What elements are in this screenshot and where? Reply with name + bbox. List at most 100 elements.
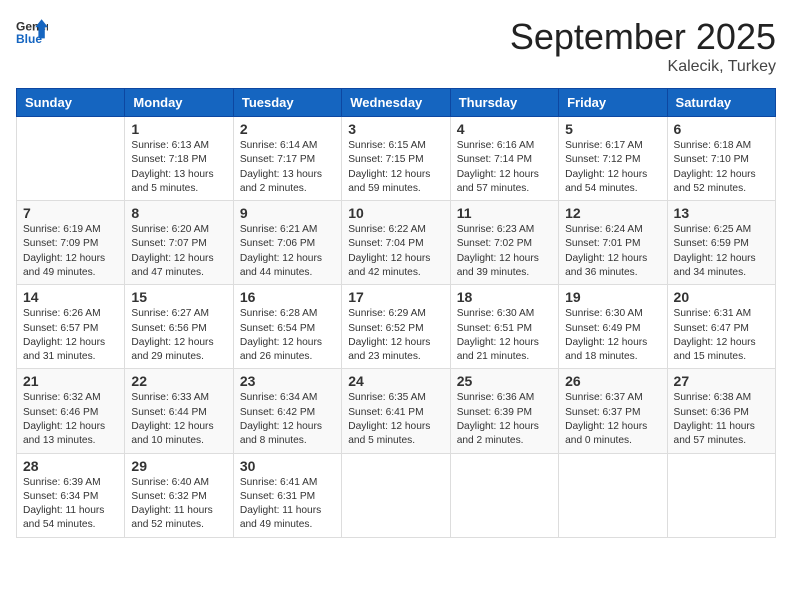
svg-text:Blue: Blue	[16, 32, 42, 46]
calendar-cell: 21Sunrise: 6:32 AMSunset: 6:46 PMDayligh…	[17, 369, 125, 453]
calendar-cell: 18Sunrise: 6:30 AMSunset: 6:51 PMDayligh…	[450, 285, 558, 369]
day-number: 19	[565, 289, 660, 305]
calendar: SundayMondayTuesdayWednesdayThursdayFrid…	[16, 88, 776, 538]
calendar-cell: 17 Sunrise: 6:29 AMSunset: 6:52 PMDayligh…	[342, 285, 450, 369]
calendar-week-row: 28Sunrise: 6:39 AMSunset: 6:34 PMDayligh…	[17, 453, 776, 537]
title-area: September 2025 Kalecik, Turkey	[510, 16, 776, 76]
calendar-cell: 22Sunrise: 6:33 AMSunset: 6:44 PMDayligh…	[125, 369, 233, 453]
weekday-header-monday: Monday	[125, 89, 233, 117]
calendar-cell: 24 Sunrise: 6:35 AMSunset: 6:41 PMDayligh…	[342, 369, 450, 453]
day-info: Sunrise: 6:18 AMSunset: 7:10 PMDaylight:…	[674, 139, 769, 196]
day-number: 1	[131, 121, 226, 137]
day-number: 13	[674, 205, 769, 221]
day-number: 29	[131, 458, 226, 474]
day-info: Sunrise: 6:40 AMSunset: 6:32 PMDaylight:…	[131, 476, 226, 533]
calendar-cell: 5 Sunrise: 6:17 AMSunset: 7:12 PMDaylight…	[559, 117, 667, 201]
calendar-cell: 7Sunrise: 6:19 AMSunset: 7:09 PMDaylight…	[17, 201, 125, 285]
day-info: Sunrise: 6:34 AMSunset: 6:42 PMDaylight:…	[240, 391, 335, 448]
calendar-cell: 13 Sunrise: 6:25 AMSunset: 6:59 PMDayligh…	[667, 201, 775, 285]
calendar-cell: 11 Sunrise: 6:23 AMSunset: 7:02 PMDayligh…	[450, 201, 558, 285]
calendar-cell: 20 Sunrise: 6:31 AMSunset: 6:47 PMDayligh…	[667, 285, 775, 369]
day-number: 6	[674, 121, 769, 137]
calendar-week-row: 14 Sunrise: 6:26 AMSunset: 6:57 PMDayligh…	[17, 285, 776, 369]
day-info: Sunrise: 6:16 AMSunset: 7:14 PMDaylight:…	[457, 139, 552, 196]
day-number: 15	[131, 289, 226, 305]
calendar-cell: 19 Sunrise: 6:30 AMSunset: 6:49 PMDayligh…	[559, 285, 667, 369]
day-number: 14	[23, 289, 118, 305]
calendar-cell: 28Sunrise: 6:39 AMSunset: 6:34 PMDayligh…	[17, 453, 125, 537]
day-info: Sunrise: 6:13 AMSunset: 7:18 PMDaylight:…	[131, 139, 226, 196]
day-info: Sunrise: 6:22 AMSunset: 7:04 PMDaylight:…	[348, 223, 443, 280]
calendar-cell: 1 Sunrise: 6:13 AMSunset: 7:18 PMDaylight…	[125, 117, 233, 201]
day-number: 23	[240, 373, 335, 389]
day-info: Sunrise: 6:14 AMSunset: 7:17 PMDaylight:…	[240, 139, 335, 196]
day-info: Sunrise: 6:36 AMSunset: 6:39 PMDaylight:…	[457, 391, 552, 448]
day-info: Sunrise: 6:29 AMSunset: 6:52 PMDaylight:…	[348, 307, 443, 364]
calendar-cell: 14 Sunrise: 6:26 AMSunset: 6:57 PMDayligh…	[17, 285, 125, 369]
day-info: Sunrise: 6:23 AMSunset: 7:02 PMDaylight:…	[457, 223, 552, 280]
day-number: 10	[348, 205, 443, 221]
day-number: 30	[240, 458, 335, 474]
calendar-cell: 4 Sunrise: 6:16 AMSunset: 7:14 PMDaylight…	[450, 117, 558, 201]
calendar-week-row: 21Sunrise: 6:32 AMSunset: 6:46 PMDayligh…	[17, 369, 776, 453]
weekday-header-wednesday: Wednesday	[342, 89, 450, 117]
weekday-header-saturday: Saturday	[667, 89, 775, 117]
day-info: Sunrise: 6:41 AMSunset: 6:31 PMDaylight:…	[240, 476, 335, 533]
day-info: Sunrise: 6:31 AMSunset: 6:47 PMDaylight:…	[674, 307, 769, 364]
calendar-cell: 8Sunrise: 6:20 AMSunset: 7:07 PMDaylight…	[125, 201, 233, 285]
day-info: Sunrise: 6:15 AMSunset: 7:15 PMDaylight:…	[348, 139, 443, 196]
logo: General Blue	[16, 16, 48, 48]
calendar-cell	[17, 117, 125, 201]
month-title: September 2025	[510, 16, 776, 58]
calendar-cell	[450, 453, 558, 537]
day-info: Sunrise: 6:24 AMSunset: 7:01 PMDaylight:…	[565, 223, 660, 280]
day-number: 7	[23, 205, 118, 221]
logo-icon: General Blue	[16, 16, 48, 48]
day-number: 4	[457, 121, 552, 137]
day-number: 11	[457, 205, 552, 221]
calendar-cell: 29 Sunrise: 6:40 AMSunset: 6:32 PMDayligh…	[125, 453, 233, 537]
day-number: 25	[457, 373, 552, 389]
calendar-cell: 9 Sunrise: 6:21 AMSunset: 7:06 PMDaylight…	[233, 201, 341, 285]
day-number: 2	[240, 121, 335, 137]
day-info: Sunrise: 6:30 AMSunset: 6:51 PMDaylight:…	[457, 307, 552, 364]
day-number: 3	[348, 121, 443, 137]
header: General Blue September 2025 Kalecik, Tur…	[16, 16, 776, 76]
weekday-header-tuesday: Tuesday	[233, 89, 341, 117]
weekday-header-sunday: Sunday	[17, 89, 125, 117]
day-number: 24	[348, 373, 443, 389]
calendar-cell: 12 Sunrise: 6:24 AMSunset: 7:01 PMDayligh…	[559, 201, 667, 285]
day-info: Sunrise: 6:17 AMSunset: 7:12 PMDaylight:…	[565, 139, 660, 196]
calendar-week-row: 1 Sunrise: 6:13 AMSunset: 7:18 PMDaylight…	[17, 117, 776, 201]
calendar-cell: 27 Sunrise: 6:38 AMSunset: 6:36 PMDayligh…	[667, 369, 775, 453]
day-info: Sunrise: 6:35 AMSunset: 6:41 PMDaylight:…	[348, 391, 443, 448]
weekday-header-row: SundayMondayTuesdayWednesdayThursdayFrid…	[17, 89, 776, 117]
day-info: Sunrise: 6:21 AMSunset: 7:06 PMDaylight:…	[240, 223, 335, 280]
day-info: Sunrise: 6:27 AMSunset: 6:56 PMDaylight:…	[131, 307, 226, 364]
calendar-week-row: 7Sunrise: 6:19 AMSunset: 7:09 PMDaylight…	[17, 201, 776, 285]
day-info: Sunrise: 6:28 AMSunset: 6:54 PMDaylight:…	[240, 307, 335, 364]
calendar-cell	[342, 453, 450, 537]
calendar-cell: 6 Sunrise: 6:18 AMSunset: 7:10 PMDaylight…	[667, 117, 775, 201]
day-number: 9	[240, 205, 335, 221]
calendar-cell: 23 Sunrise: 6:34 AMSunset: 6:42 PMDayligh…	[233, 369, 341, 453]
day-number: 12	[565, 205, 660, 221]
day-info: Sunrise: 6:25 AMSunset: 6:59 PMDaylight:…	[674, 223, 769, 280]
location: Kalecik, Turkey	[510, 58, 776, 76]
day-number: 8	[131, 205, 226, 221]
day-info: Sunrise: 6:30 AMSunset: 6:49 PMDaylight:…	[565, 307, 660, 364]
day-number: 5	[565, 121, 660, 137]
day-number: 27	[674, 373, 769, 389]
day-number: 17	[348, 289, 443, 305]
calendar-cell	[559, 453, 667, 537]
day-number: 16	[240, 289, 335, 305]
calendar-cell: 26Sunrise: 6:37 AMSunset: 6:37 PMDayligh…	[559, 369, 667, 453]
calendar-cell: 10 Sunrise: 6:22 AMSunset: 7:04 PMDayligh…	[342, 201, 450, 285]
day-info: Sunrise: 6:33 AMSunset: 6:44 PMDaylight:…	[131, 391, 226, 448]
calendar-cell: 16 Sunrise: 6:28 AMSunset: 6:54 PMDayligh…	[233, 285, 341, 369]
calendar-cell: 3 Sunrise: 6:15 AMSunset: 7:15 PMDaylight…	[342, 117, 450, 201]
calendar-cell: 25 Sunrise: 6:36 AMSunset: 6:39 PMDayligh…	[450, 369, 558, 453]
day-info: Sunrise: 6:26 AMSunset: 6:57 PMDaylight:…	[23, 307, 118, 364]
day-info: Sunrise: 6:38 AMSunset: 6:36 PMDaylight:…	[674, 391, 769, 448]
day-number: 20	[674, 289, 769, 305]
